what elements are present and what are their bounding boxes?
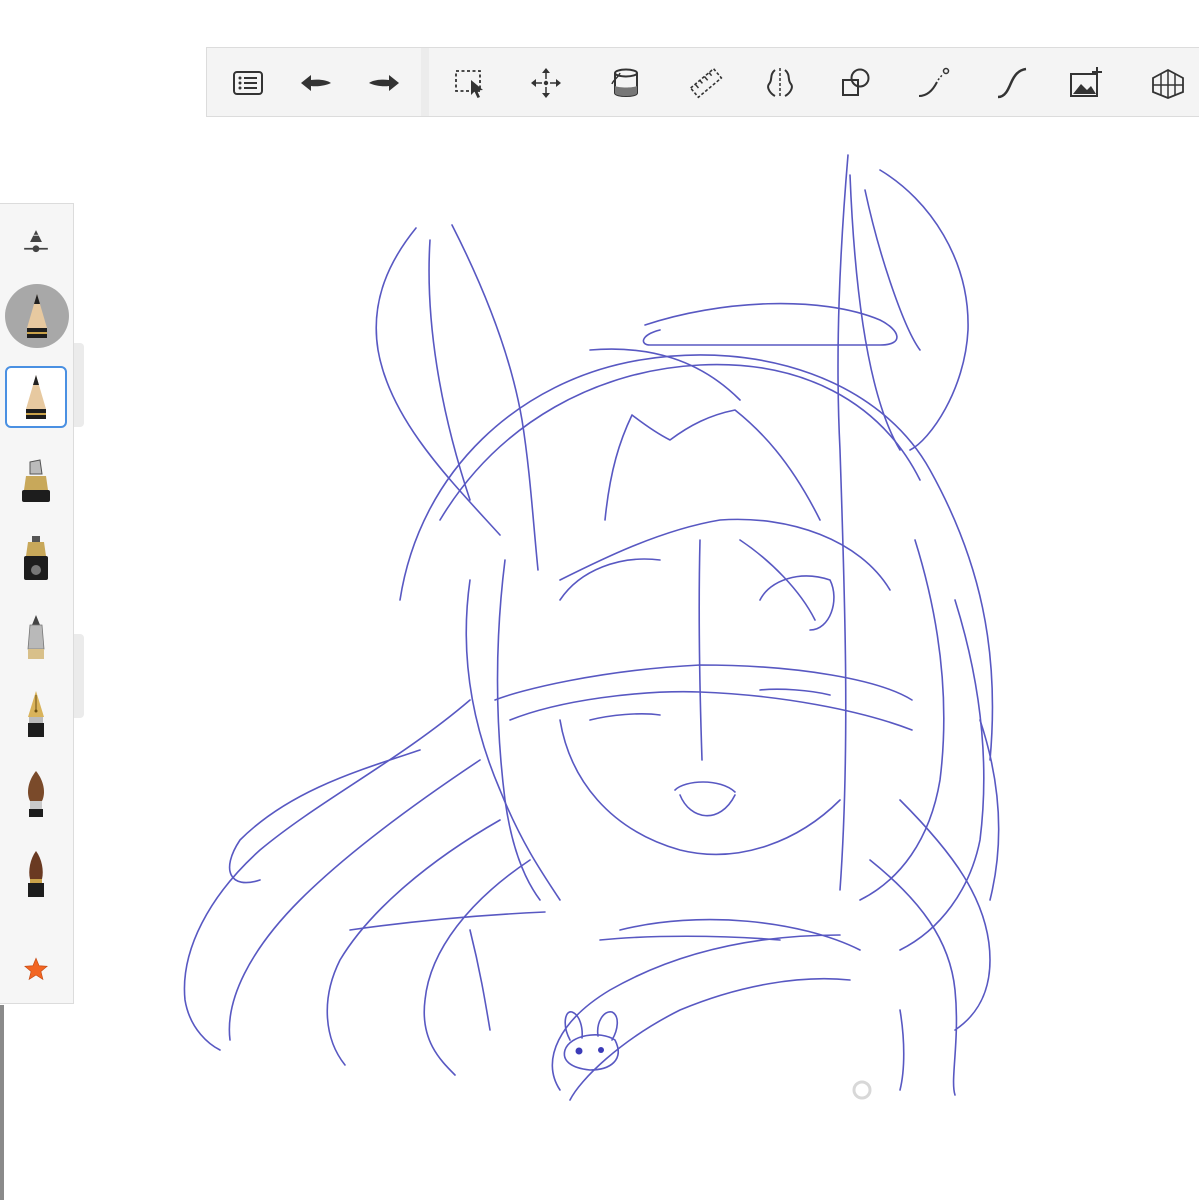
menu-button[interactable] bbox=[223, 58, 273, 108]
shapes-tool-button[interactable] bbox=[831, 58, 881, 108]
brush-palette bbox=[0, 203, 74, 1004]
paint-brush-icon bbox=[28, 771, 44, 817]
favorites-button[interactable] bbox=[5, 939, 67, 1001]
palette-resize-tab-top[interactable] bbox=[74, 343, 84, 427]
drawing-canvas[interactable] bbox=[0, 0, 1199, 1200]
sketch-drawing bbox=[183, 154, 1000, 1101]
perspective-guide-button[interactable] bbox=[1143, 58, 1193, 108]
ruler-icon bbox=[689, 67, 723, 99]
undo-arrow-icon bbox=[301, 75, 331, 91]
paint-brush-button[interactable] bbox=[5, 764, 67, 826]
steady-stroke-icon bbox=[997, 67, 1027, 99]
fill-tool-button[interactable] bbox=[601, 58, 651, 108]
pencil-brush-button[interactable] bbox=[5, 366, 67, 428]
paint-bucket-icon bbox=[611, 68, 638, 97]
transform-tool-button[interactable] bbox=[521, 58, 571, 108]
undo-button[interactable] bbox=[291, 58, 341, 108]
brush-properties-icon bbox=[24, 230, 48, 253]
fountain-pen-icon bbox=[28, 691, 44, 737]
move-arrows-icon bbox=[531, 68, 561, 98]
perspective-grid-icon bbox=[1152, 68, 1184, 99]
symmetry-icon bbox=[767, 68, 793, 98]
main-toolbar bbox=[206, 47, 1199, 117]
toolbar-divider bbox=[421, 48, 429, 116]
ballpoint-pen-icon bbox=[27, 615, 45, 659]
ballpoint-pen-button[interactable] bbox=[5, 606, 67, 668]
redo-arrow-icon bbox=[369, 75, 399, 91]
ruler-tool-button[interactable] bbox=[681, 58, 731, 108]
fountain-pen-button[interactable] bbox=[5, 684, 67, 746]
pencil-brush-icon bbox=[27, 294, 47, 338]
symmetry-tool-button[interactable] bbox=[755, 58, 805, 108]
brush-properties-button[interactable] bbox=[5, 212, 67, 272]
palette-resize-tab-bottom[interactable] bbox=[74, 634, 84, 718]
current-brush-indicator[interactable] bbox=[5, 284, 69, 348]
left-edge-line bbox=[0, 1005, 4, 1200]
list-menu-icon bbox=[233, 71, 263, 95]
airbrush-button[interactable] bbox=[5, 527, 67, 589]
shapes-icon bbox=[842, 68, 870, 96]
predictive-stroke-icon bbox=[918, 67, 950, 97]
steady-stroke-button[interactable] bbox=[987, 58, 1037, 108]
airbrush-icon bbox=[24, 536, 48, 580]
selection-icon bbox=[455, 70, 483, 98]
marker-brush-icon bbox=[22, 459, 50, 502]
redo-button[interactable] bbox=[359, 58, 409, 108]
star-icon bbox=[24, 957, 48, 981]
ink-brush-icon bbox=[28, 851, 44, 897]
add-image-icon bbox=[1070, 67, 1102, 97]
predictive-stroke-button[interactable] bbox=[909, 58, 959, 108]
add-image-button[interactable] bbox=[1061, 58, 1111, 108]
ink-brush-button[interactable] bbox=[5, 844, 67, 906]
pencil-brush-icon bbox=[26, 375, 46, 419]
selection-tool-button[interactable] bbox=[445, 58, 495, 108]
marker-brush-button[interactable] bbox=[5, 449, 67, 511]
